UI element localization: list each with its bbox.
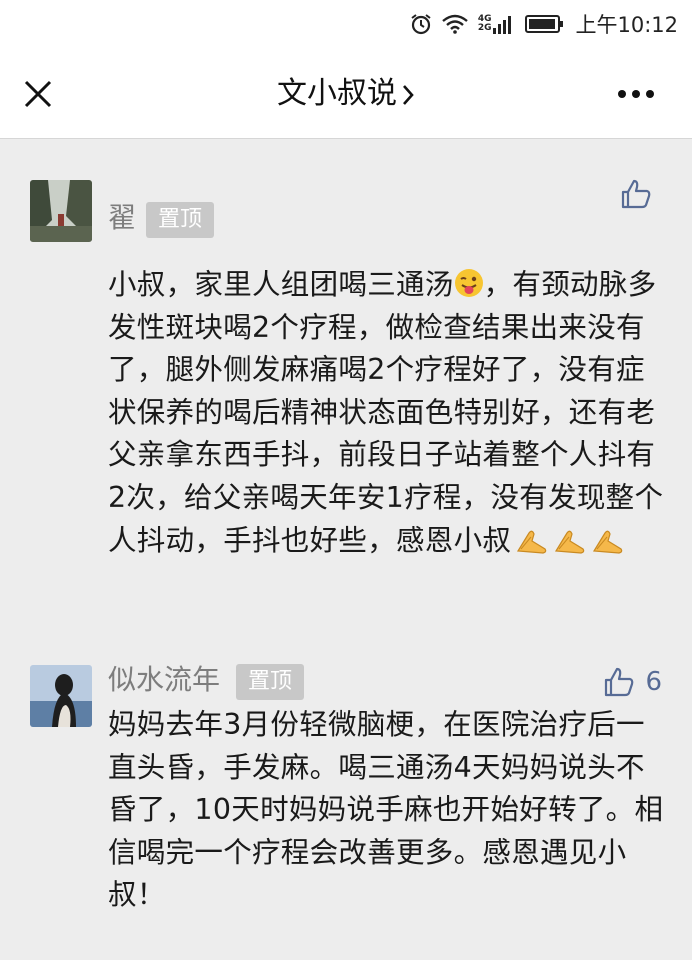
winking-tongue-emoji bbox=[454, 269, 483, 297]
chevron-right-icon bbox=[403, 84, 414, 105]
avatar[interactable] bbox=[30, 180, 92, 242]
like-button[interactable]: 6 bbox=[603, 666, 662, 698]
praying-hands-emoji bbox=[517, 530, 547, 554]
battery-icon bbox=[525, 15, 564, 33]
signal-indicator: 4G 2G bbox=[478, 14, 516, 34]
avatar-image bbox=[30, 180, 92, 242]
thumbs-up-icon bbox=[621, 179, 651, 209]
like-button[interactable] bbox=[620, 178, 662, 210]
nav-title-link[interactable]: 文小叔说 bbox=[0, 74, 692, 114]
status-time: 上午10:12 bbox=[575, 13, 678, 37]
praying-hands-emoji bbox=[593, 530, 623, 554]
comment-nickname[interactable]: 似水流年 bbox=[108, 662, 220, 698]
signal-icon bbox=[493, 16, 512, 34]
network-label-bottom: 2G bbox=[477, 23, 492, 33]
thumbs-up-icon bbox=[605, 667, 634, 697]
status-bar: 4G 2G 上午10:12 bbox=[0, 0, 692, 48]
praying-hands-emoji bbox=[555, 530, 585, 554]
more-icon[interactable] bbox=[616, 88, 656, 100]
like-count: 6 bbox=[645, 667, 662, 697]
status-icons: 4G 2G 上午10:12 bbox=[410, 8, 678, 40]
comment-text: 小叔，家里人组团喝三通汤 ，有颈动脉多发性斑块喝2个疗程，做检查结果出来没有了，… bbox=[108, 264, 668, 562]
pinned-badge: 置顶 bbox=[236, 664, 305, 700]
page-title: 文小叔说 bbox=[277, 76, 397, 111]
comment-text: 妈妈去年3月份轻微脑梗，在医院治疗后一直头昏，手发麻。喝三通汤4天妈妈说头不昏了… bbox=[108, 708, 664, 912]
comment-text-part: 小叔，家里人组团喝三通汤 bbox=[108, 268, 454, 301]
wifi-icon bbox=[442, 14, 468, 34]
comment-nickname[interactable]: 翟 bbox=[108, 200, 136, 236]
avatar[interactable] bbox=[30, 665, 92, 727]
alarm-icon bbox=[411, 14, 431, 35]
avatar-image bbox=[30, 665, 92, 727]
nav-bar: 文小叔说 bbox=[0, 48, 692, 139]
pinned-badge: 置顶 bbox=[146, 202, 215, 238]
comment-text-part: ，有颈动脉多发性斑块喝2个疗程，做检查结果出来没有了，腿外侧发麻痛喝2个疗程好了… bbox=[108, 268, 664, 557]
